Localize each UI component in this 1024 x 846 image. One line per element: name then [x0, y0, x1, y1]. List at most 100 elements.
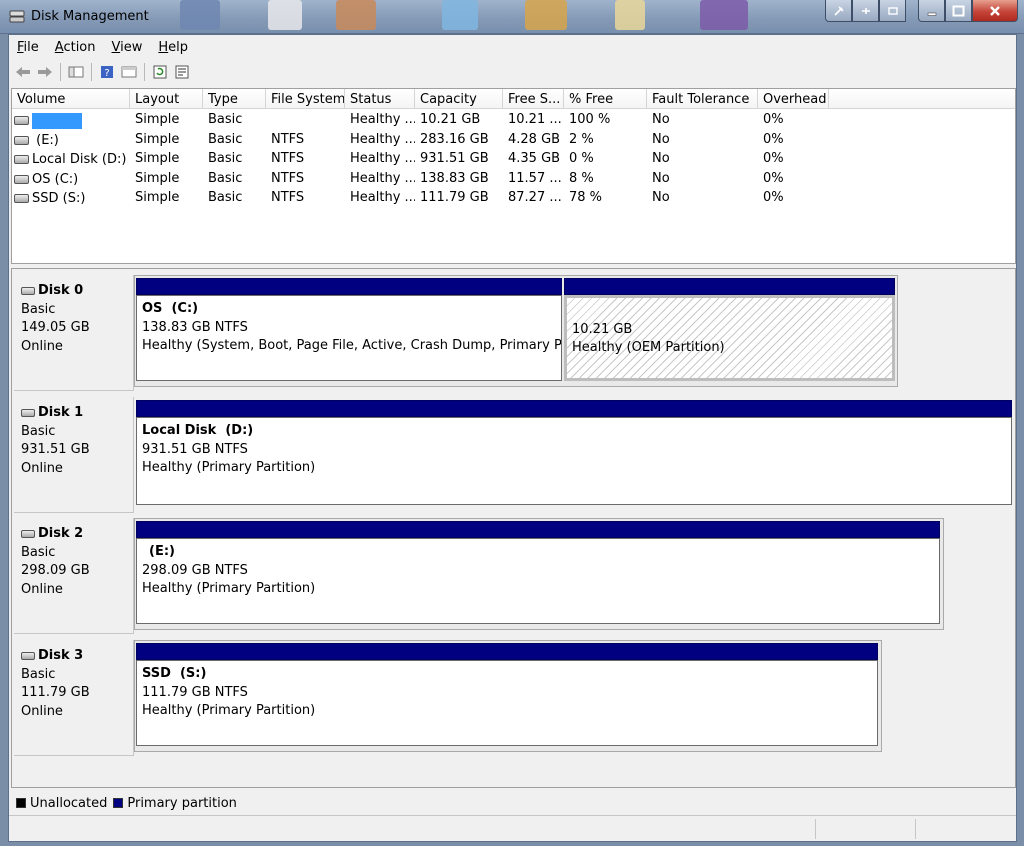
cell-layout: Simple	[135, 190, 180, 205]
toolbar-separator	[91, 63, 92, 81]
grid-icon	[887, 6, 898, 15]
selected-volume-name	[32, 112, 82, 129]
menu-action[interactable]: Action	[47, 38, 104, 58]
console-tree-icon	[68, 66, 84, 78]
cell-free-space: 87.27 ...	[508, 190, 562, 205]
cell-capacity: 931.51 GB	[420, 151, 489, 166]
cell-layout: Simple	[135, 170, 180, 186]
disk-graphical-view: Disk 0 Basic 149.05 GB Online OS (C:) 13…	[11, 268, 1016, 788]
disk-2-label[interactable]: Disk 2 Basic 298.09 GB Online	[14, 518, 134, 634]
cell-free-space: 10.21 ...	[508, 112, 562, 127]
cell-type: Basic	[208, 190, 243, 205]
menu-help[interactable]: Help	[150, 38, 196, 58]
col-overhead[interactable]: Overhead	[758, 89, 829, 109]
maximize-icon	[952, 5, 965, 16]
cell-status: Healthy ...	[350, 131, 415, 147]
cell-overhead: 0%	[763, 112, 784, 127]
properties-icon	[121, 66, 137, 78]
cell-file-system: NTFS	[271, 190, 305, 205]
legend-primary-partition: Primary partition	[127, 795, 237, 811]
disk-2-row: Disk 2 Basic 298.09 GB Online (E:) 298.0…	[12, 518, 1015, 638]
menu-file[interactable]: File	[9, 38, 47, 58]
col-free-space[interactable]: Free S...	[503, 89, 564, 109]
cell-free-space: 4.28 GB	[508, 131, 561, 147]
cell-capacity: 283.16 GB	[420, 131, 489, 147]
cell-free-space: 4.35 GB	[508, 151, 561, 166]
cell-fault-tolerance: No	[652, 112, 670, 127]
title-bar: Disk Management	[0, 0, 1024, 34]
status-bar-pane	[815, 819, 915, 839]
menu-view[interactable]: View	[104, 38, 151, 58]
tool-button-1[interactable]	[825, 0, 852, 22]
table-row[interactable]: (E:) Simple Basic NTFS Healthy ... 283.1…	[12, 130, 1015, 150]
cell-fault-tolerance: No	[652, 131, 670, 147]
properties-button[interactable]	[118, 62, 140, 82]
status-bar-pane	[915, 819, 1015, 839]
back-arrow-icon	[16, 67, 30, 77]
back-button[interactable]	[12, 62, 34, 82]
cell-layout: Simple	[135, 131, 180, 147]
col-type[interactable]: Type	[203, 89, 266, 109]
drive-icon	[14, 155, 29, 165]
close-button[interactable]	[972, 0, 1018, 22]
col-capacity[interactable]: Capacity	[415, 89, 503, 109]
col-file-system[interactable]: File System	[266, 89, 345, 109]
table-row[interactable]: SSD (S:) Simple Basic NTFS Healthy ... 1…	[12, 188, 1015, 208]
table-row[interactable]: Simple Basic Healthy ... 10.21 GB 10.21 …	[12, 110, 1015, 130]
col-volume[interactable]: Volume	[12, 89, 130, 109]
minimize-icon	[927, 12, 936, 16]
close-icon	[990, 5, 1000, 16]
cell-overhead: 0%	[763, 190, 784, 205]
maximize-button[interactable]	[945, 0, 972, 22]
toolbar: ?	[9, 60, 1016, 84]
cell-file-system: NTFS	[271, 151, 305, 166]
disk-0-label[interactable]: Disk 0 Basic 149.05 GB Online	[14, 275, 134, 391]
window-controls	[825, 0, 1018, 22]
drive-icon	[14, 174, 29, 184]
legend-unallocated: Unallocated	[30, 795, 108, 811]
forward-arrow-icon	[38, 67, 52, 77]
cell-capacity: 138.83 GB	[420, 170, 489, 186]
disk-management-window: File Action View Help ? Volume Layout Ty…	[8, 34, 1017, 842]
cell-percent-free: 2 %	[569, 131, 594, 147]
disk-management-icon	[9, 10, 25, 23]
minimize-button[interactable]	[918, 0, 945, 22]
primary-partition-swatch	[113, 798, 124, 808]
col-layout[interactable]: Layout	[130, 89, 203, 109]
disk-1-label[interactable]: Disk 1 Basic 931.51 GB Online	[14, 397, 134, 513]
drive-icon	[14, 194, 29, 204]
disk-icon	[21, 652, 35, 661]
cell-fault-tolerance: No	[652, 151, 670, 166]
cell-status: Healthy ...	[350, 112, 415, 127]
cell-type: Basic	[208, 131, 243, 147]
unallocated-swatch	[16, 798, 26, 808]
toolbar-separator	[144, 63, 145, 81]
cell-fault-tolerance: No	[652, 190, 670, 205]
cell-volume: SSD (S:)	[12, 188, 130, 208]
disk-3-row: Disk 3 Basic 111.79 GB Online SSD (S:) 1…	[12, 640, 1015, 760]
col-fault-tolerance[interactable]: Fault Tolerance	[647, 89, 758, 109]
cell-overhead: 0%	[763, 151, 784, 166]
cell-layout: Simple	[135, 151, 180, 166]
tool-button-2[interactable]	[852, 0, 879, 22]
col-status[interactable]: Status	[345, 89, 415, 109]
disk-icon	[21, 287, 35, 296]
table-row[interactable]: OS (C:) Simple Basic NTFS Healthy ... 13…	[12, 169, 1015, 189]
svg-text:?: ?	[104, 68, 109, 79]
cell-overhead: 0%	[763, 170, 784, 186]
help-button[interactable]: ?	[96, 62, 118, 82]
cell-volume: (E:)	[12, 130, 130, 150]
disk-icon	[21, 530, 35, 539]
refresh-button[interactable]	[149, 62, 171, 82]
refresh-icon	[153, 65, 167, 79]
tool-button-3[interactable]	[879, 0, 906, 22]
cell-volume: Local Disk (D:)	[12, 149, 130, 169]
col-percent-free[interactable]: % Free	[564, 89, 647, 109]
table-row[interactable]: Local Disk (D:) Simple Basic NTFS Health…	[12, 149, 1015, 169]
export-list-button[interactable]	[171, 62, 193, 82]
console-tree-button[interactable]	[65, 62, 87, 82]
forward-button[interactable]	[34, 62, 56, 82]
cell-overhead: 0%	[763, 131, 784, 147]
cell-percent-free: 78 %	[569, 190, 603, 205]
disk-3-label[interactable]: Disk 3 Basic 111.79 GB Online	[14, 640, 134, 756]
